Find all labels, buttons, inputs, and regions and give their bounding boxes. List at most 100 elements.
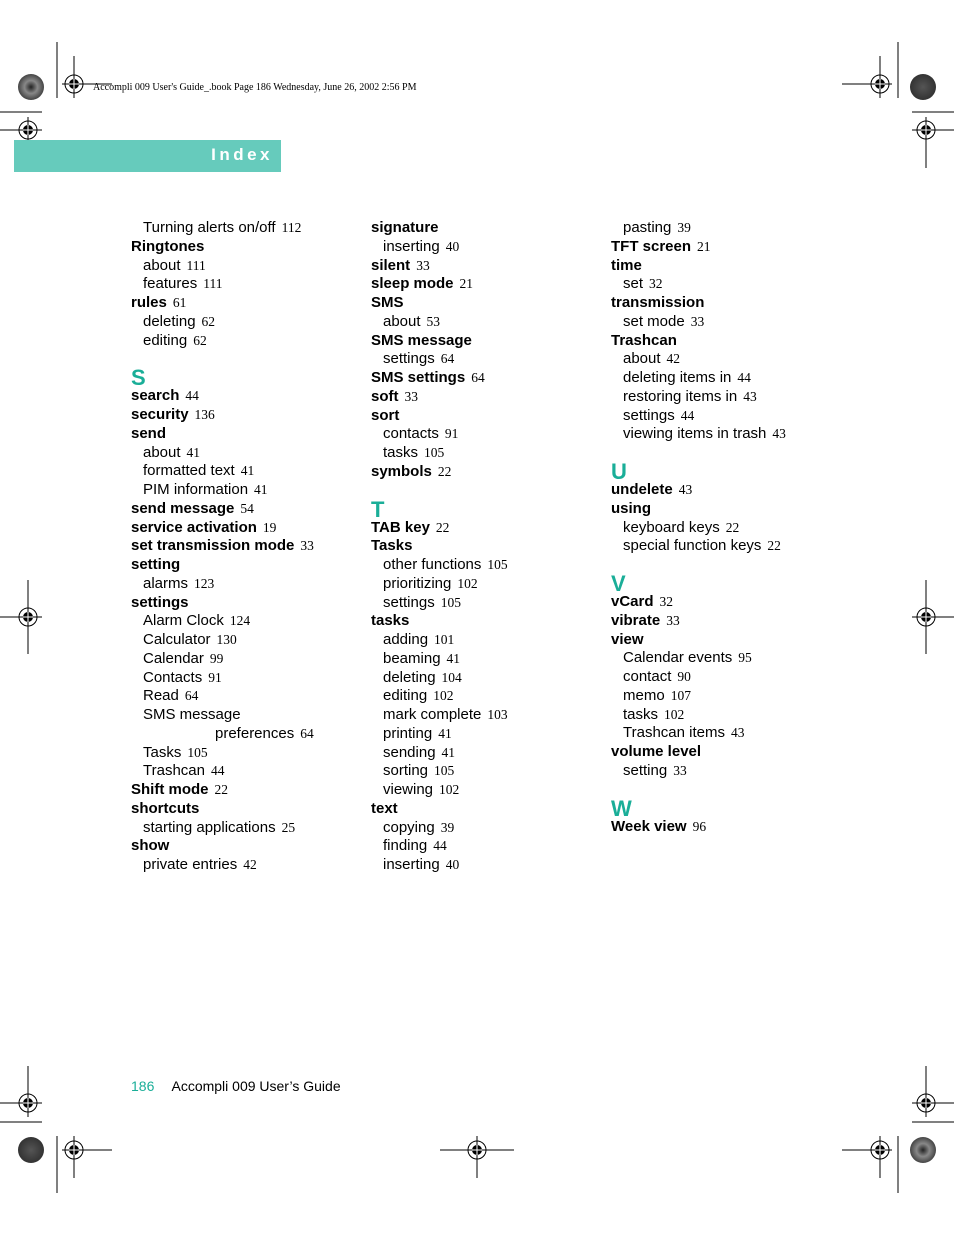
entry-page-ref[interactable]: 103 [487, 707, 507, 722]
entry-page-ref[interactable]: 32 [660, 594, 674, 609]
index-subentry: inserting 40 [371, 238, 601, 257]
entry-page-ref[interactable]: 19 [263, 520, 277, 535]
entry-page-ref[interactable]: 53 [427, 314, 441, 329]
entry-page-ref[interactable]: 40 [446, 857, 460, 872]
entry-page-ref[interactable]: 33 [416, 258, 430, 273]
entry-page-ref[interactable]: 41 [241, 463, 255, 478]
entry-term: beaming [383, 649, 441, 667]
entry-page-ref[interactable]: 104 [442, 670, 462, 685]
entry-page-ref[interactable]: 32 [649, 276, 663, 291]
entry-term: time [611, 256, 642, 274]
index-entry: vCard 32 [611, 593, 841, 612]
entry-page-ref[interactable]: 43 [772, 426, 786, 441]
entry-page-ref[interactable]: 25 [282, 820, 296, 835]
entry-term: vCard [611, 593, 654, 610]
entry-term: volume level [611, 743, 702, 760]
entry-page-ref[interactable]: 42 [243, 857, 257, 872]
entry-page-ref[interactable]: 22 [767, 538, 781, 553]
entry-page-ref[interactable]: 124 [230, 613, 250, 628]
entry-page-ref[interactable]: 105 [434, 763, 454, 778]
entry-page-ref[interactable]: 40 [446, 239, 460, 254]
entry-page-ref[interactable]: 33 [666, 613, 680, 628]
entry-page-ref[interactable]: 105 [441, 595, 461, 610]
entry-page-ref[interactable]: 41 [254, 482, 268, 497]
entry-page-ref[interactable]: 64 [185, 688, 199, 703]
entry-page-ref[interactable]: 64 [300, 726, 314, 741]
entry-page-ref[interactable]: 64 [441, 351, 455, 366]
entry-page-ref[interactable]: 102 [439, 782, 459, 797]
entry-term: deleting [143, 312, 196, 330]
index-subentry: editing 62 [131, 332, 361, 351]
entry-page-ref[interactable]: 105 [187, 745, 207, 760]
entry-page-ref[interactable]: 102 [457, 576, 477, 591]
entry-page-ref[interactable]: 136 [195, 407, 215, 422]
entry-page-ref[interactable]: 96 [693, 819, 707, 834]
entry-page-ref[interactable]: 107 [671, 688, 691, 703]
index-subentry: viewing 102 [371, 781, 601, 800]
index-subentry: restoring items in 43 [611, 388, 841, 407]
entry-page-ref[interactable]: 39 [441, 820, 455, 835]
entry-page-ref[interactable]: 22 [215, 782, 229, 797]
entry-page-ref[interactable]: 62 [193, 333, 207, 348]
entry-page-ref[interactable]: 33 [673, 763, 687, 778]
index-entry: security 136 [131, 406, 361, 425]
index-subentry: prioritizing 102 [371, 575, 601, 594]
entry-page-ref[interactable]: 105 [424, 445, 444, 460]
entry-term: pasting [623, 219, 672, 236]
entry-page-ref[interactable]: 54 [240, 501, 254, 516]
index-subentry: alarms 123 [131, 575, 361, 594]
entry-term: features [143, 275, 198, 293]
entry-page-ref[interactable]: 41 [447, 651, 461, 666]
entry-page-ref[interactable]: 22 [436, 520, 450, 535]
entry-page-ref[interactable]: 41 [187, 445, 201, 460]
entry-page-ref[interactable]: 91 [208, 670, 222, 685]
entry-page-ref[interactable]: 44 [737, 370, 751, 385]
entry-page-ref[interactable]: 44 [433, 838, 447, 853]
entry-page-ref[interactable]: 22 [438, 464, 452, 479]
index-entry: setting [131, 556, 361, 575]
entry-page-ref[interactable]: 101 [434, 632, 454, 647]
index-subentry: adding 101 [371, 631, 601, 650]
entry-page-ref[interactable]: 112 [282, 220, 302, 235]
index-subentry: sending 41 [371, 744, 601, 763]
entry-page-ref[interactable]: 33 [691, 314, 705, 329]
entry-page-ref[interactable]: 61 [173, 295, 187, 310]
entry-page-ref[interactable]: 41 [442, 745, 456, 760]
entry-page-ref[interactable]: 33 [405, 389, 419, 404]
entry-page-ref[interactable]: 105 [487, 557, 507, 572]
entry-page-ref[interactable]: 41 [438, 726, 452, 741]
entry-term: viewing [383, 781, 434, 798]
entry-page-ref[interactable]: 91 [445, 426, 459, 441]
entry-page-ref[interactable]: 90 [677, 669, 691, 684]
entry-page-ref[interactable]: 42 [667, 351, 681, 366]
entry-term: restoring items in [623, 387, 738, 405]
entry-page-ref[interactable]: 95 [738, 650, 752, 665]
index-entry: symbols 22 [371, 463, 601, 482]
entry-page-ref[interactable]: 43 [679, 482, 693, 497]
entry-page-ref[interactable]: 62 [202, 314, 216, 329]
entry-page-ref[interactable]: 130 [217, 632, 237, 647]
entry-page-ref[interactable]: 44 [211, 763, 225, 778]
entry-page-ref[interactable]: 102 [433, 688, 453, 703]
entry-term: text [371, 799, 398, 817]
footer-page-number: 186 [131, 1078, 155, 1094]
entry-term: PIM information [143, 481, 249, 498]
entry-page-ref[interactable]: 44 [185, 388, 199, 403]
entry-page-ref[interactable]: 44 [681, 408, 695, 423]
entry-page-ref[interactable]: 22 [726, 520, 740, 535]
entry-term: signature [371, 219, 439, 236]
entry-term: SMS [371, 294, 404, 311]
entry-page-ref[interactable]: 39 [677, 220, 691, 235]
entry-page-ref[interactable]: 111 [203, 276, 222, 291]
entry-page-ref[interactable]: 111 [187, 258, 206, 273]
entry-page-ref[interactable]: 21 [460, 276, 474, 291]
entry-page-ref[interactable]: 123 [194, 576, 214, 591]
entry-page-ref[interactable]: 64 [471, 370, 485, 385]
entry-page-ref[interactable]: 43 [731, 725, 745, 740]
index-entry: tasks [371, 612, 601, 631]
entry-page-ref[interactable]: 102 [664, 707, 684, 722]
entry-page-ref[interactable]: 33 [300, 538, 314, 553]
entry-page-ref[interactable]: 99 [210, 651, 224, 666]
entry-page-ref[interactable]: 43 [743, 389, 757, 404]
entry-page-ref[interactable]: 21 [697, 239, 711, 254]
